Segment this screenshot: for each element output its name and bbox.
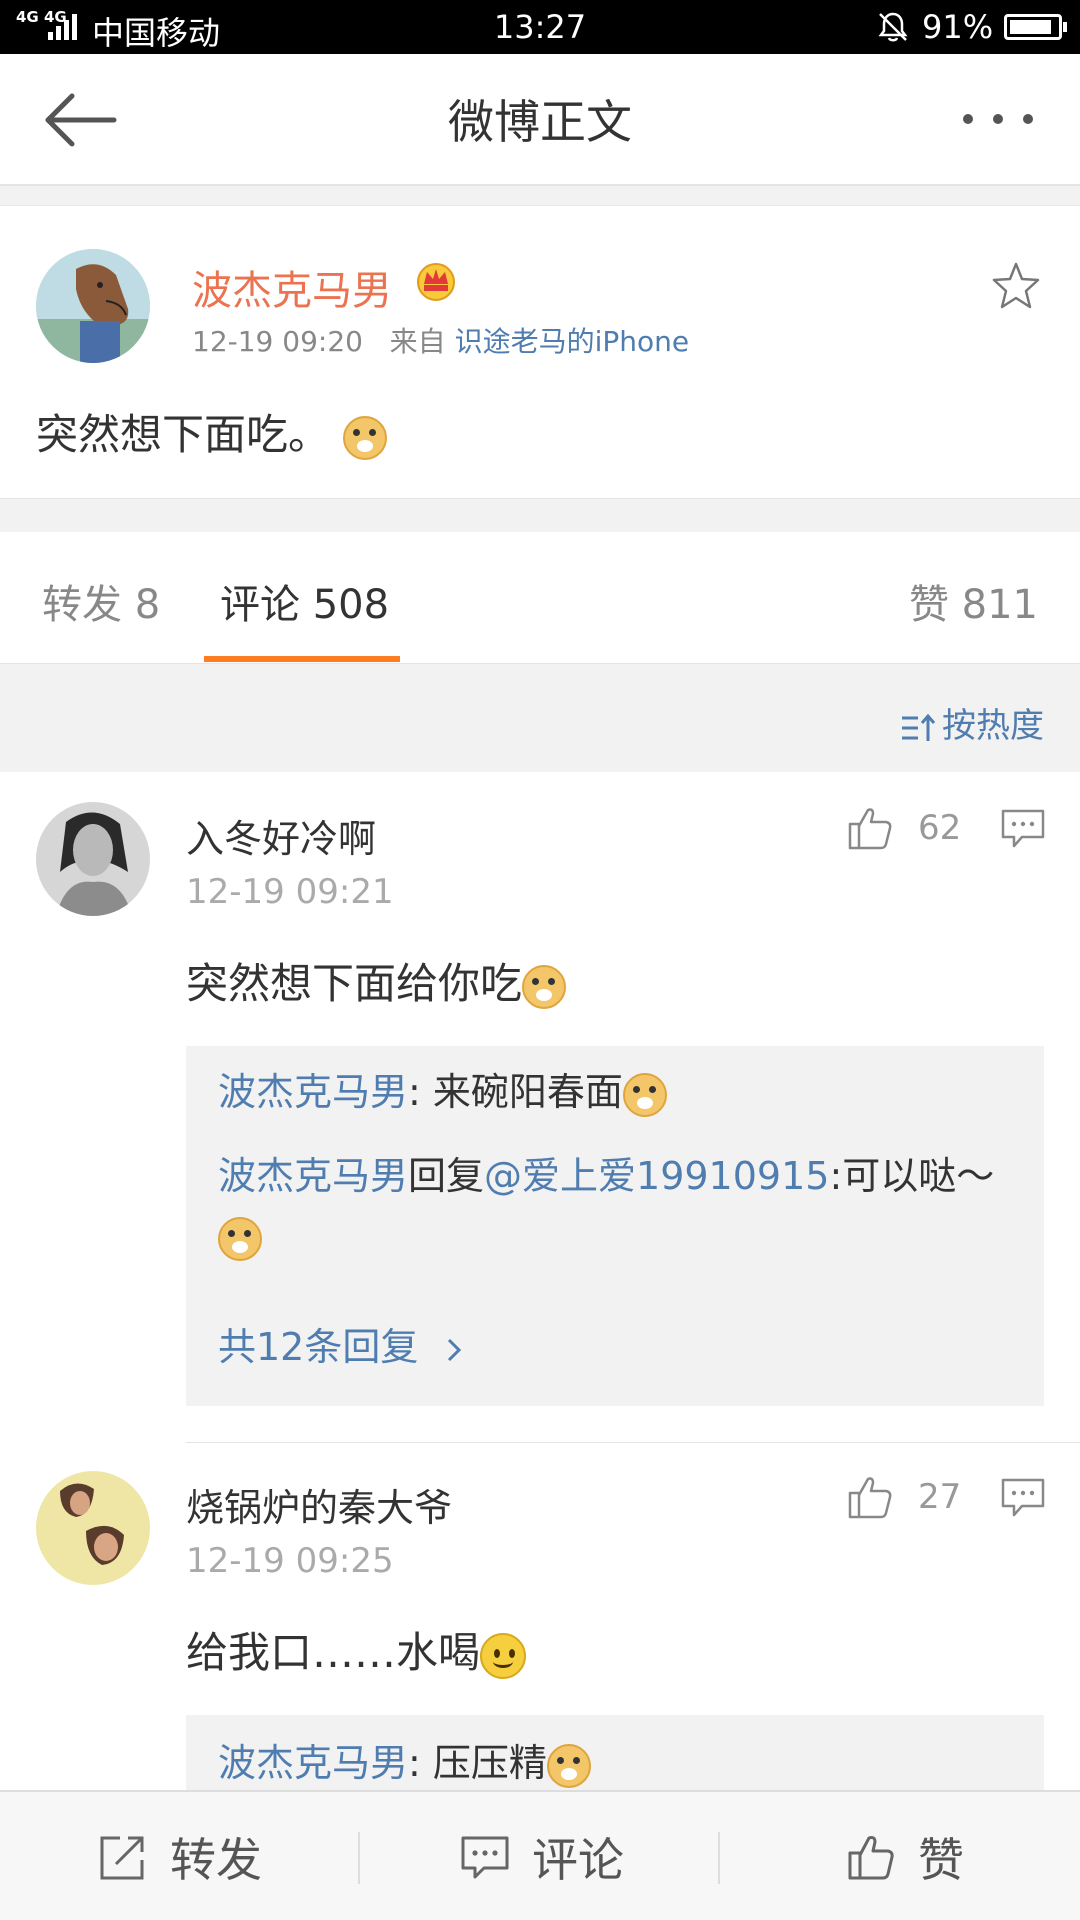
post-card: 波杰克马男 12-19 09:20 来自 识途老马的iPhone 突然想下面吃。: [0, 205, 1080, 499]
like-button[interactable]: 赞: [846, 1792, 964, 1920]
doge-emoji-icon: [622, 1072, 667, 1117]
reply-user[interactable]: 波杰克马男: [218, 1154, 408, 1198]
doge-emoji-icon: [343, 415, 388, 460]
share-icon: [100, 1836, 144, 1880]
comment-text-body: 给我口……水喝: [186, 1628, 481, 1677]
reply-bubble-icon[interactable]: [1000, 1477, 1046, 1519]
forward-button[interactable]: 转发: [98, 1792, 262, 1920]
nav-bar: 微博正文: [0, 54, 1080, 186]
comment-text-body: 突然想下面给你吃: [186, 959, 523, 1008]
thumbs-up-icon[interactable]: [846, 1473, 894, 1521]
status-bar: 4G 4G 中国移动 13:27 91%: [0, 0, 1080, 54]
more-dots-icon[interactable]: [960, 104, 1036, 134]
comment-label: 评论: [532, 1833, 624, 1887]
star-icon[interactable]: [990, 260, 1042, 312]
more-replies-link[interactable]: 共12条回复: [218, 1316, 466, 1371]
reply-user[interactable]: 波杰克马男: [218, 1070, 408, 1114]
reply-line: 波杰克马男: 压压精: [218, 1733, 1018, 1790]
commenter-avatar[interactable]: [36, 1471, 150, 1585]
from-label: 来自: [389, 325, 446, 358]
doge-emoji-icon: [522, 964, 567, 1009]
battery-icon: [1004, 14, 1067, 40]
like-count: 27: [918, 1477, 962, 1517]
comment-button[interactable]: 评论: [460, 1792, 624, 1920]
crown-badge-icon: [417, 263, 455, 301]
thumbs-up-icon[interactable]: [846, 804, 894, 852]
reply-text: :可以哒～: [829, 1154, 995, 1198]
doge-emoji-icon: [546, 1743, 591, 1788]
comments-list: 入冬好冷啊 12-19 09:21 62 突然想下面给你吃 波杰克马男: 来碗阳…: [0, 772, 1080, 1790]
comment-item: 烧锅炉的秦大爷 12-19 09:25 27 给我口……水喝 波杰克马男: 压压…: [0, 1443, 1080, 1790]
reply-user[interactable]: 波杰克马男: [218, 1741, 408, 1785]
divider: [718, 1832, 720, 1884]
sort-label: 按热度: [942, 706, 1044, 746]
sort-icon: [902, 713, 936, 741]
reply-line: 波杰克马男: 来碗阳春面: [218, 1062, 1018, 1122]
post-source[interactable]: 识途老马的iPhone: [455, 325, 690, 358]
comment-item: 入冬好冷啊 12-19 09:21 62 突然想下面给你吃 波杰克马男: 来碗阳…: [0, 772, 1080, 1442]
sort-row: 按热度: [0, 664, 1080, 772]
divider: [358, 1832, 360, 1884]
like-label: 赞: [918, 1833, 964, 1887]
forward-label: 转发: [170, 1833, 262, 1887]
comment-bubble-icon: [461, 1836, 509, 1879]
commenter-name[interactable]: 烧锅炉的秦大爷: [186, 1477, 452, 1532]
reply-bubble-icon[interactable]: [1000, 808, 1046, 850]
tab-forward[interactable]: 转发 8: [42, 572, 160, 630]
thumbs-up-icon: [848, 1836, 894, 1880]
bottom-action-bar: 转发 评论 赞: [0, 1790, 1080, 1920]
tab-likes[interactable]: 赞 811: [909, 572, 1038, 630]
reply-line: 波杰克马男回复@爱上爱19910915:可以哒～: [218, 1146, 1018, 1266]
comment-text: 突然想下面给你吃: [186, 950, 567, 1011]
comment-time: 12-19 09:25: [186, 1541, 394, 1581]
post-content: 突然想下面吃。: [36, 401, 388, 462]
commenter-avatar[interactable]: [36, 802, 150, 916]
comment-text: 给我口……水喝: [186, 1619, 527, 1680]
commenter-name[interactable]: 入冬好冷啊: [186, 808, 376, 863]
post-time: 12-19 09:20: [192, 325, 363, 358]
doge-emoji-icon: [218, 1216, 262, 1261]
tab-bar: 转发 8 评论 508 赞 811: [0, 532, 1080, 664]
sort-button[interactable]: 按热度: [900, 698, 1044, 747]
comment-time: 12-19 09:21: [186, 872, 394, 912]
like-count: 62: [918, 808, 962, 848]
post-text: 突然想下面吃。: [36, 410, 331, 459]
clock: 13:27: [493, 8, 587, 46]
post-meta: 12-19 09:20 来自 识途老马的iPhone: [192, 320, 689, 360]
battery-percent: 91%: [922, 8, 994, 46]
reply-preview-box[interactable]: 波杰克马男: 压压精: [186, 1715, 1044, 1790]
reply-text: : 来碗阳春面: [408, 1070, 623, 1114]
more-replies-label: 共12条回复: [218, 1325, 419, 1369]
smile-emoji-icon: [480, 1632, 527, 1679]
reply-preview-box[interactable]: 波杰克马男: 来碗阳春面 波杰克马男回复@爱上爱19910915:可以哒～ 共1…: [186, 1046, 1044, 1406]
bell-muted-icon: [878, 12, 908, 42]
tab-comments[interactable]: 评论 508: [220, 572, 389, 630]
author-name[interactable]: 波杰克马男: [192, 258, 392, 316]
reply-verb: 回复: [408, 1154, 485, 1198]
chevron-right-icon: [448, 1338, 462, 1361]
active-tab-indicator: [204, 656, 400, 662]
author-avatar[interactable]: [36, 249, 150, 363]
reply-mention[interactable]: @爱上爱19910915: [484, 1154, 829, 1198]
reply-text: : 压压精: [408, 1741, 547, 1785]
page-title: 微博正文: [448, 95, 632, 149]
